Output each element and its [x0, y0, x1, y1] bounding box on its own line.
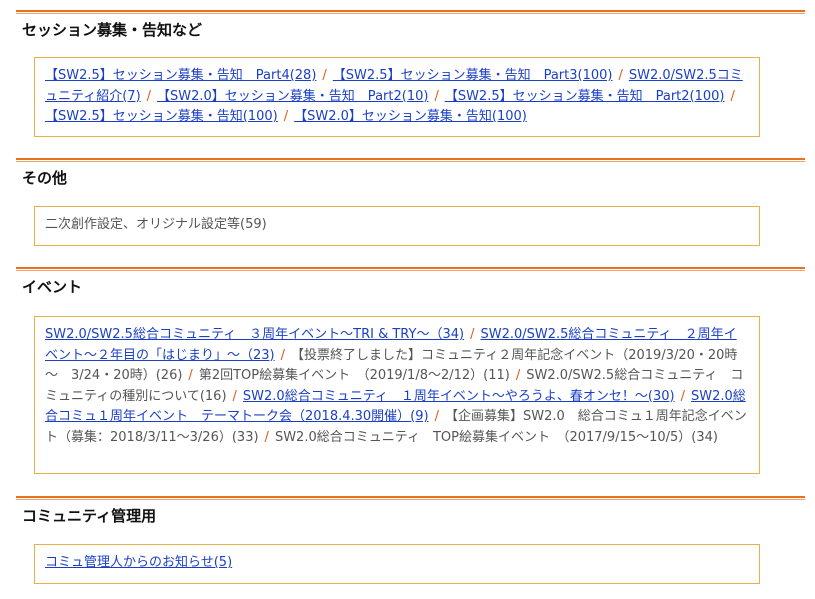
category-box: コミュ管理人からのお知らせ(5) [34, 544, 760, 584]
section-title: その他 [22, 169, 68, 187]
section-session: セッション募集・告知など [16, 10, 805, 40]
item-separator: / [618, 68, 623, 83]
topic-text: 第2回TOP絵募集イベント （2019/1/8～2/12）(11) [198, 368, 510, 383]
item-separator: / [146, 88, 152, 104]
item-separator: / [515, 368, 521, 383]
topic-link[interactable]: 【SW2.0】セッション募集・告知(100) [294, 109, 527, 124]
topic-link[interactable]: SW2.0総合コミュニティ １周年イベント～やろうよ、春オンセ！～(30) [243, 389, 675, 404]
item-separator: / [434, 409, 439, 424]
section-admin: コミュニティ管理用 [16, 496, 805, 526]
topic-link[interactable]: 【SW2.5】セッション募集・告知 Part3(100) [333, 68, 613, 83]
section-divider [16, 158, 805, 162]
topic-link[interactable]: 【SW2.5】セッション募集・告知 Part4(28) [45, 68, 316, 83]
section-title: セッション募集・告知など [22, 21, 203, 39]
topic-text: SW2.0総合コミュニティ TOP絵募集イベント （2017/9/15～10/5… [274, 429, 718, 445]
section-title: イベント [22, 278, 83, 296]
category-box: 【SW2.5】セッション募集・告知 Part4(28) / 【SW2.5】セッション… [34, 57, 760, 137]
item-separator: / [264, 429, 269, 445]
section-event: イベント [16, 267, 805, 297]
item-separator: / [434, 88, 439, 104]
item-separator: / [470, 327, 475, 342]
section-divider [16, 496, 805, 500]
item-separator: / [730, 88, 735, 104]
item-separator: / [280, 347, 286, 363]
topic-text: 二次創作設定、オリジナル設定等(59) [45, 217, 267, 232]
section-divider [16, 10, 805, 14]
item-separator: / [188, 368, 193, 383]
item-separator: / [322, 68, 327, 83]
item-separator: / [232, 388, 237, 404]
item-separator: / [680, 388, 685, 404]
section-other: その他 [16, 158, 805, 188]
topic-link[interactable]: 【SW2.5】セッション募集・告知 Part2(100) [445, 89, 725, 104]
topic-link[interactable]: SW2.0/SW2.5総合コミュニティ ３周年イベント～TRI & TRY～（3… [45, 327, 464, 342]
item-separator: / [283, 109, 289, 124]
category-box: 二次創作設定、オリジナル設定等(59) [34, 206, 760, 246]
topic-link[interactable]: 【SW2.5】セッション募集・告知(100) [45, 109, 278, 124]
category-box: SW2.0/SW2.5総合コミュニティ ３周年イベント～TRI & TRY～（3… [34, 316, 760, 474]
topic-link[interactable]: 【SW2.0】セッション募集・告知 Part2(10) [157, 89, 428, 104]
section-title: コミュニティ管理用 [22, 507, 157, 525]
section-divider [16, 267, 805, 271]
topic-link[interactable]: コミュ管理人からのお知らせ(5) [45, 555, 232, 570]
